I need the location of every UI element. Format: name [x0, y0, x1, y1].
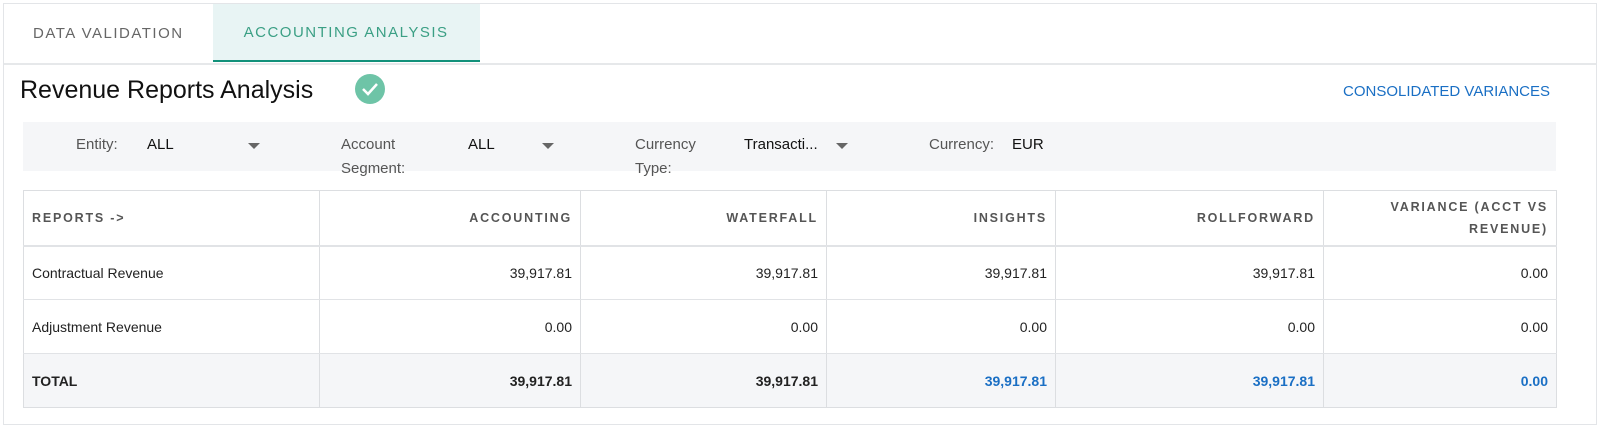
- header-waterfall: WATERFALL: [580, 190, 827, 247]
- cell: 39,917.81: [1055, 245, 1324, 300]
- segment-label-2: Segment:: [341, 160, 406, 177]
- filter-bar: Entity: ALL Account Segment: ALL Currenc…: [23, 122, 1556, 177]
- variance-total-link[interactable]: 0.00: [1323, 353, 1557, 408]
- tab-data-validation[interactable]: DATA VALIDATION: [4, 4, 213, 62]
- cell: 39,917.81: [319, 245, 581, 300]
- header-insights: INSIGHTS: [826, 190, 1056, 247]
- cell: 0.00: [1323, 299, 1557, 354]
- check-circle-icon: [355, 74, 385, 104]
- cell: 0.00: [1323, 245, 1557, 300]
- revenue-table: REPORTS -> ACCOUNTING WATERFALL INSIGHTS…: [23, 190, 1557, 408]
- chevron-down-icon[interactable]: [248, 143, 260, 149]
- divider: [4, 63, 1596, 65]
- entity-label: Entity:: [76, 136, 118, 153]
- cell: 0.00: [319, 299, 581, 354]
- currency-type-select[interactable]: Transacti...: [744, 133, 818, 157]
- consolidated-variances-link[interactable]: CONSOLIDATED VARIANCES: [1343, 83, 1550, 100]
- tab-bar: DATA VALIDATION ACCOUNTING ANALYSIS: [4, 4, 480, 62]
- chevron-down-icon[interactable]: [542, 143, 554, 149]
- cell: 39,917.81: [319, 353, 581, 408]
- cell: 39,917.81: [826, 245, 1056, 300]
- table-row: Adjustment Revenue 0.00 0.00 0.00 0.00 0…: [23, 299, 1557, 354]
- tab-accounting-analysis[interactable]: ACCOUNTING ANALYSIS: [212, 4, 480, 62]
- insights-total-link[interactable]: 39,917.81: [826, 353, 1056, 408]
- rollforward-total-link[interactable]: 39,917.81: [1055, 353, 1324, 408]
- currency-value: EUR: [1012, 136, 1044, 153]
- cell: 0.00: [826, 299, 1056, 354]
- currency-type-label-2: Type:: [635, 160, 672, 177]
- row-label: Adjustment Revenue: [23, 299, 320, 354]
- table-row: Contractual Revenue 39,917.81 39,917.81 …: [23, 245, 1557, 300]
- segment-select[interactable]: ALL: [468, 133, 495, 157]
- cell: 0.00: [1055, 299, 1324, 354]
- entity-select[interactable]: ALL: [147, 133, 174, 157]
- table-header-row: REPORTS -> ACCOUNTING WATERFALL INSIGHTS…: [23, 190, 1557, 247]
- cell: 39,917.81: [580, 353, 827, 408]
- header-variance: VARIANCE (ACCT VS REVENUE): [1323, 190, 1557, 247]
- page-title: Revenue Reports Analysis: [20, 76, 314, 104]
- cell: 0.00: [580, 299, 827, 354]
- row-label: TOTAL: [23, 353, 320, 408]
- chevron-down-icon[interactable]: [836, 143, 848, 149]
- currency-label: Currency:: [929, 136, 995, 153]
- cell: 39,917.81: [580, 245, 827, 300]
- row-label: Contractual Revenue: [23, 245, 320, 300]
- total-row: TOTAL 39,917.81 39,917.81 39,917.81 39,9…: [23, 353, 1557, 408]
- header-rollforward: ROLLFORWARD: [1055, 190, 1324, 247]
- header-accounting: ACCOUNTING: [319, 190, 581, 247]
- currency-type-label: Currency: [635, 136, 696, 153]
- segment-label: Account: [341, 136, 396, 153]
- header-reports: REPORTS ->: [23, 190, 320, 247]
